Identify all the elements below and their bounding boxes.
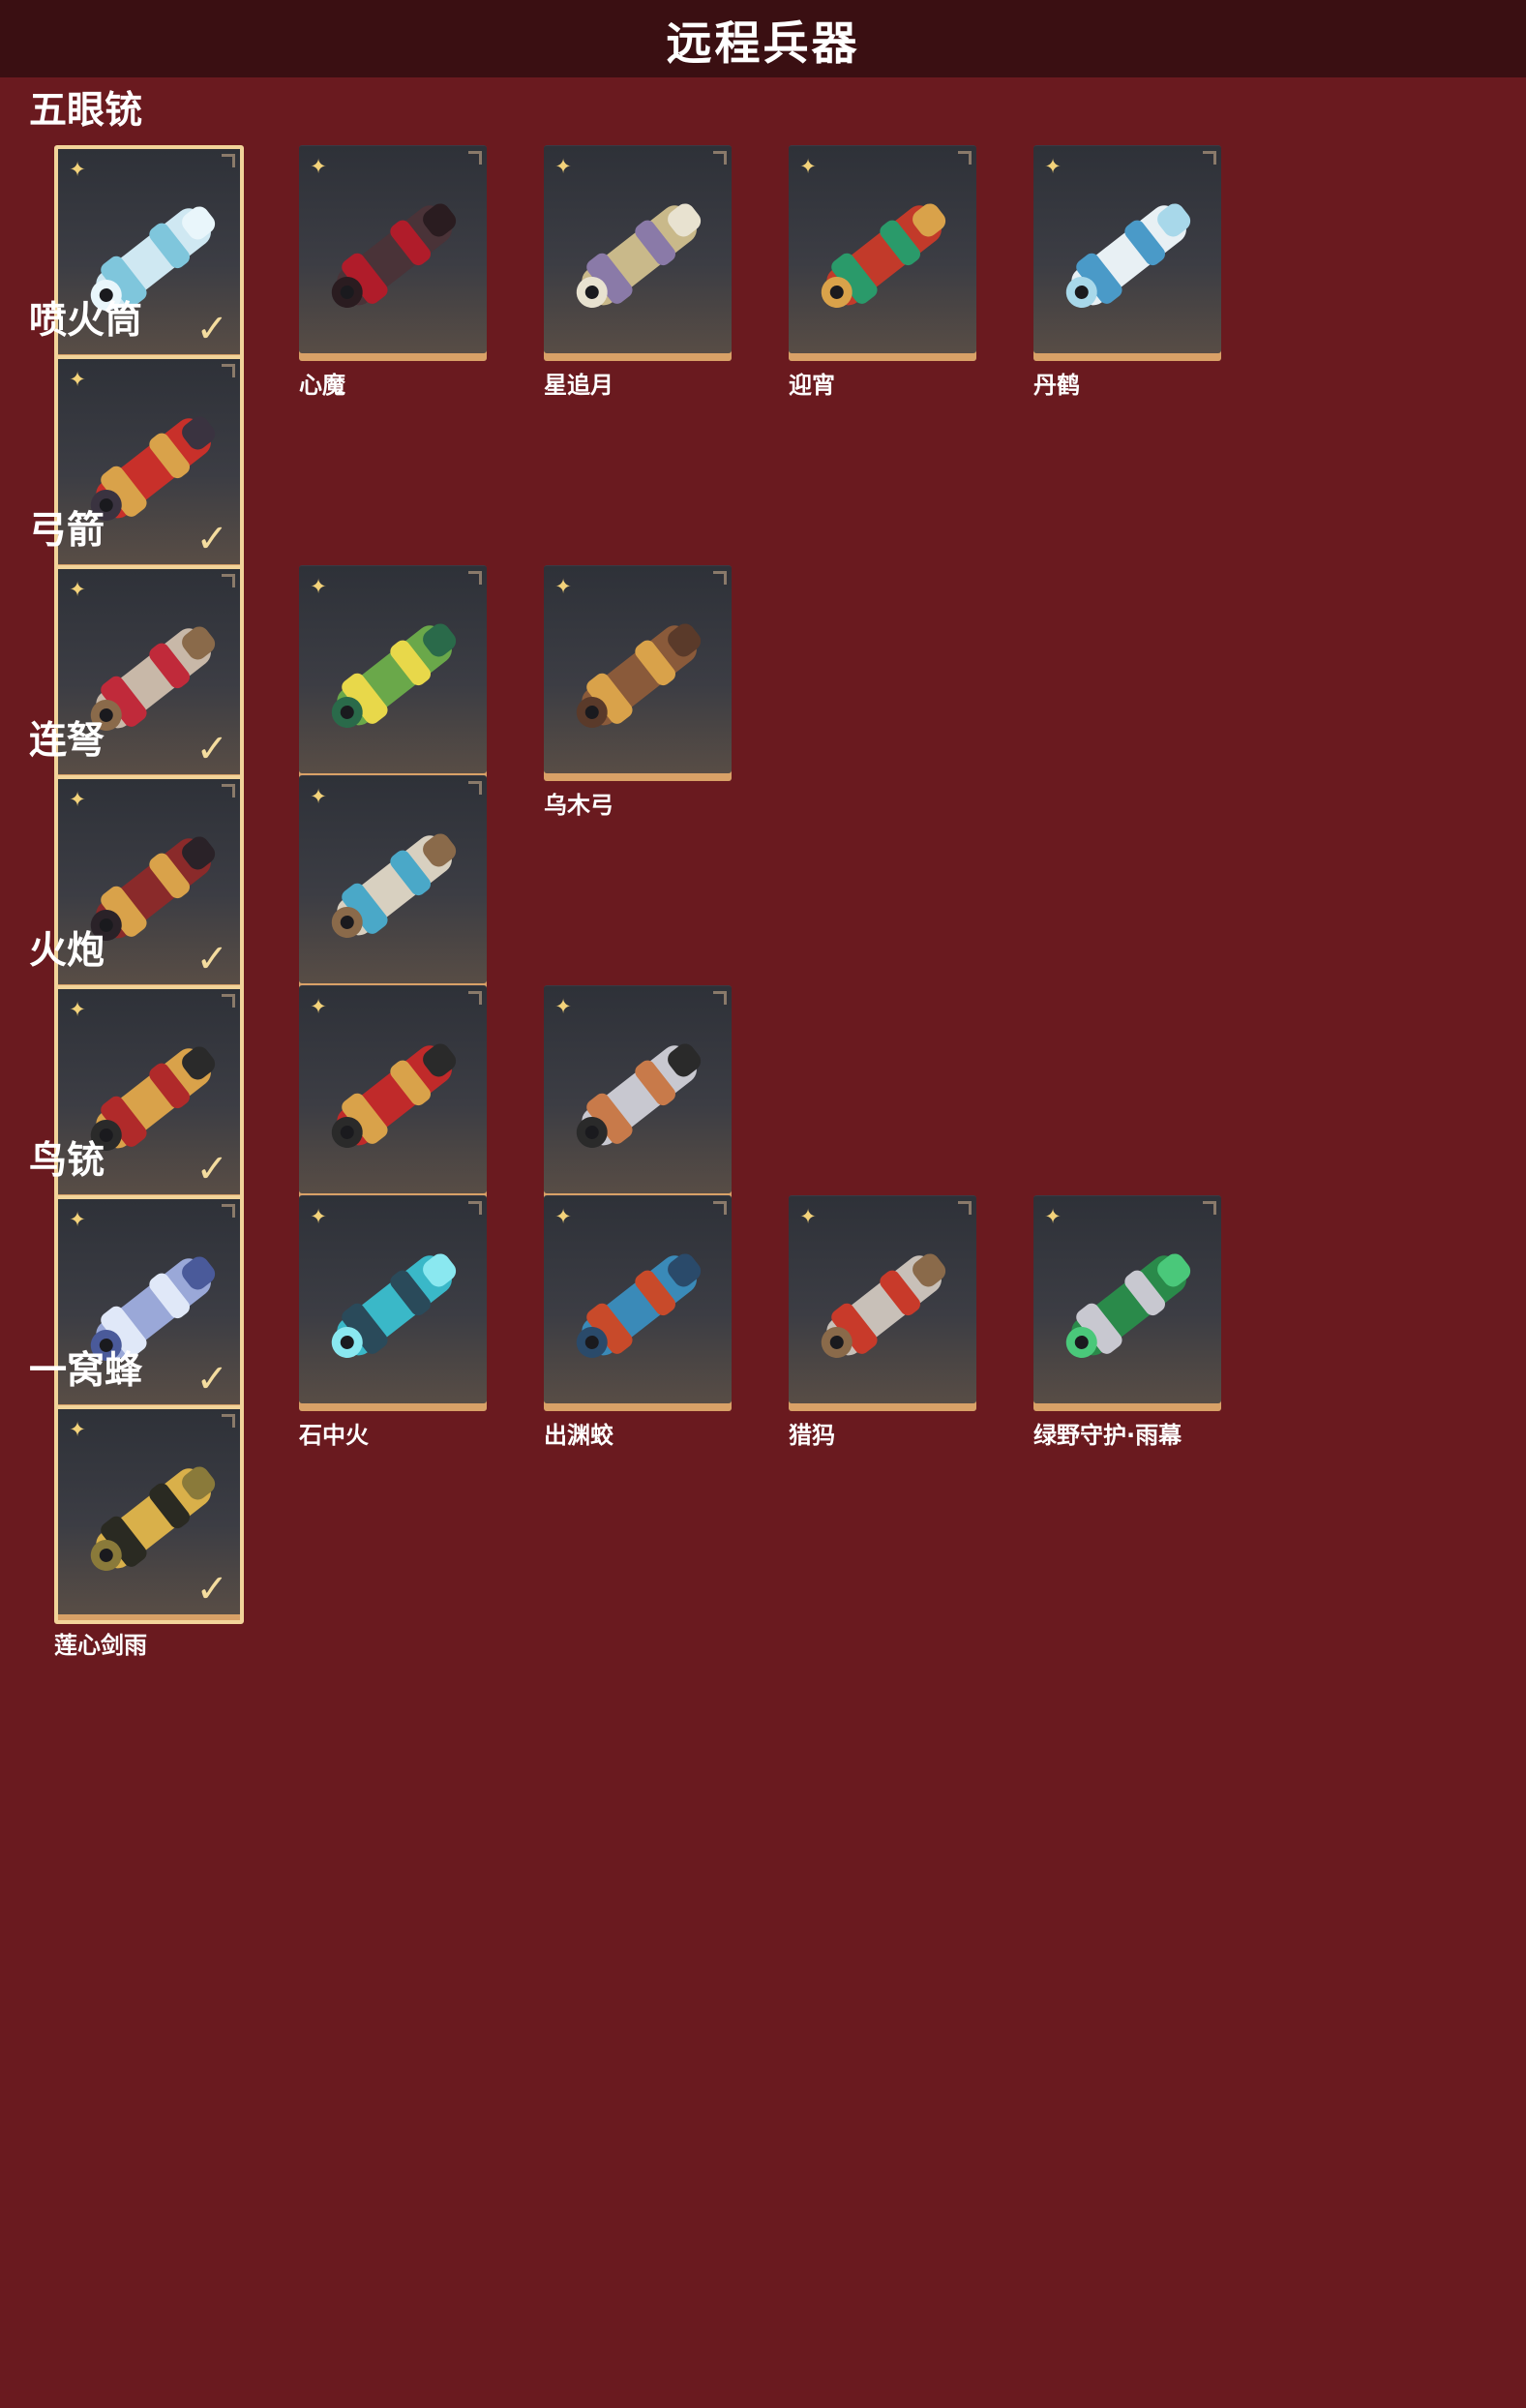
corner-bracket-icon: [222, 364, 235, 377]
category-title: 鸟铳: [29, 1139, 105, 1183]
corner-bracket-icon: [713, 1201, 727, 1215]
checkmark-icon: ✓: [195, 1567, 228, 1611]
category-title: 连弩: [29, 719, 105, 763]
category-title: 五眼铳: [29, 89, 143, 133]
category-title: 火炮: [29, 929, 105, 973]
category-title: 喷火筒: [29, 299, 143, 343]
corner-bracket-icon: [468, 781, 482, 795]
corner-bracket-icon: [1203, 151, 1216, 165]
corner-bracket-icon: [1203, 1201, 1216, 1215]
corner-bracket-icon: [222, 784, 235, 798]
corner-bracket-icon: [222, 154, 235, 167]
weapon-name: 莲心剑雨: [54, 1632, 147, 1659]
corner-bracket-icon: [468, 1201, 482, 1215]
corner-bracket-icon: [222, 574, 235, 587]
corner-bracket-icon: [222, 1414, 235, 1428]
corner-bracket-icon: [713, 991, 727, 1005]
corner-bracket-icon: [713, 571, 727, 585]
corner-bracket-icon: [713, 151, 727, 165]
weapon-card[interactable]: ✦ ✓: [54, 1405, 244, 1624]
page-title: 远程兵器: [666, 16, 860, 71]
category-title: 弓箭: [29, 509, 105, 553]
category-section: 一窝蜂 ✦ ✓ 莲心剑雨: [0, 1338, 1526, 1671]
corner-bracket-icon: [222, 1204, 235, 1218]
corner-bracket-icon: [468, 991, 482, 1005]
category-title: 一窝蜂: [29, 1349, 143, 1393]
corner-bracket-icon: [222, 994, 235, 1008]
weapon-item[interactable]: ✦ ✓ 莲心剑雨: [54, 1405, 246, 1665]
corner-bracket-icon: [958, 151, 972, 165]
corner-bracket-icon: [958, 1201, 972, 1215]
header-bar: 远程兵器: [0, 0, 1526, 77]
corner-bracket-icon: [468, 151, 482, 165]
corner-bracket-icon: [468, 571, 482, 585]
weapon-grid: ✦ ✓ 莲心剑雨: [54, 1405, 1506, 1665]
